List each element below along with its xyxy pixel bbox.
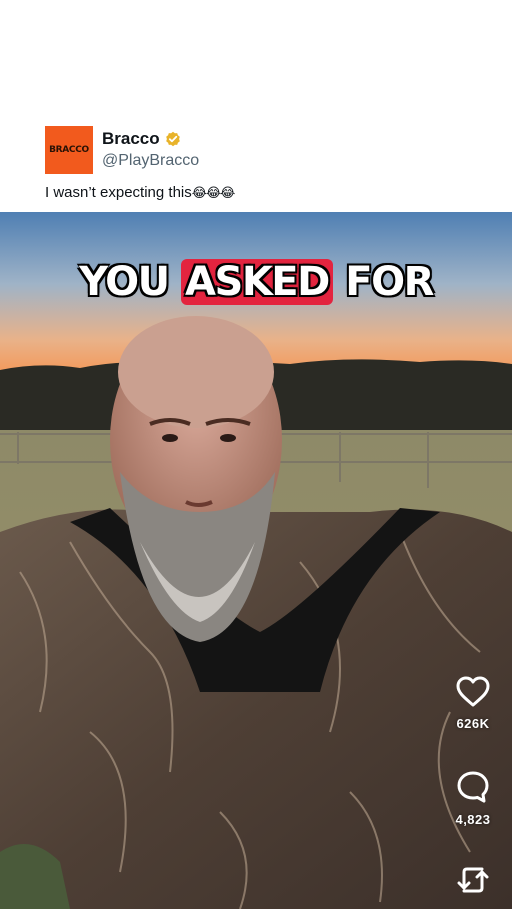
caption-highlight: ASKED xyxy=(181,259,333,305)
comment-action[interactable]: 4,823 xyxy=(450,770,496,827)
video-player[interactable]: YOU ASKED FOR 626K 4,823 xyxy=(0,212,512,909)
post-text: I wasn’t expecting this😂😂😂 xyxy=(45,184,236,201)
post-emojis: 😂😂😂 xyxy=(191,185,236,200)
comment-count: 4,823 xyxy=(455,812,491,827)
avatar-logo-text: BRACCO xyxy=(49,145,89,155)
video-frame xyxy=(0,212,512,909)
video-caption: YOU ASKED FOR xyxy=(0,259,512,305)
like-count: 626K xyxy=(456,716,490,731)
caption-before: YOU xyxy=(79,259,182,305)
caption-after: FOR xyxy=(332,259,434,305)
post-header: BRACCO Bracco @PlayBracco I wasn’t expec… xyxy=(0,0,512,212)
avatar[interactable]: BRACCO xyxy=(45,126,93,174)
user-handle[interactable]: @PlayBracco xyxy=(102,152,199,170)
like-action[interactable]: 626K xyxy=(450,676,496,731)
share-action[interactable] xyxy=(450,862,496,898)
heart-icon[interactable] xyxy=(455,676,491,708)
verified-badge-icon xyxy=(165,131,181,147)
repost-icon[interactable] xyxy=(456,862,490,898)
author-name-row: Bracco xyxy=(102,129,181,149)
display-name[interactable]: Bracco xyxy=(102,129,160,149)
post-text-body: I wasn’t expecting this xyxy=(45,184,192,201)
comment-bubble-icon[interactable] xyxy=(456,770,490,804)
